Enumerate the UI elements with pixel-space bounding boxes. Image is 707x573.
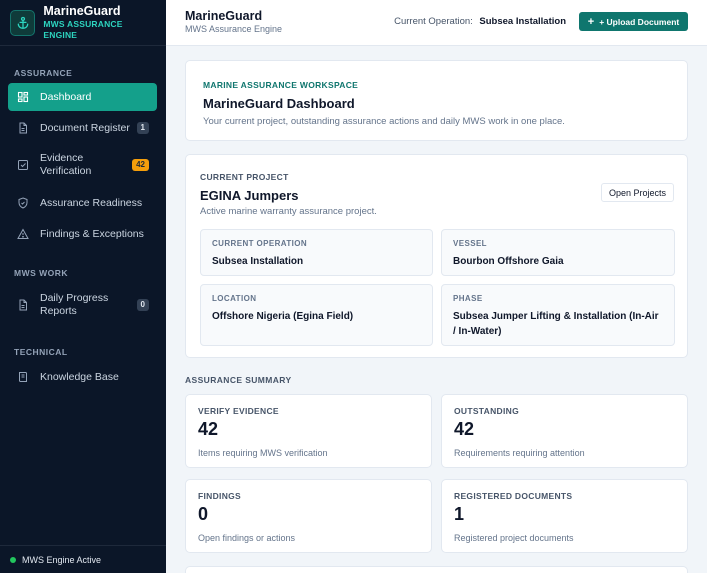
field-value: Bourbon Offshore Gaia [453, 256, 564, 267]
field-label: CURRENT OPERATION [212, 239, 308, 248]
engine-status: MWS Engine Active [0, 545, 166, 573]
sidebar-item-daily-progress-reports[interactable]: Daily Progress Reports 0 [8, 288, 157, 322]
field-label: VESSEL [453, 239, 487, 248]
stat-card-verify-evidence[interactable]: VERIFY EVIDENCE 42 Items requiring MWS v… [185, 394, 432, 468]
open-projects-button[interactable]: Open Projects [600, 183, 674, 202]
count-badge: 42 [132, 159, 149, 171]
sidebar-item-document-register[interactable]: Document Register 1 [8, 115, 157, 141]
section-label-technical: TECHNICAL [14, 347, 68, 357]
sidebar-item-label: Daily Progress Reports [40, 292, 109, 317]
book-icon [16, 370, 30, 384]
project-name: EGINA Jumpers [200, 188, 299, 203]
status-dot-icon [10, 556, 16, 563]
header-title: MarineGuard [185, 9, 263, 23]
field-phase: PHASE Subsea Jumper Lifting & Installati… [441, 284, 675, 346]
header-subtitle: MWS Assurance Engine [185, 24, 283, 34]
stat-value: 42 [454, 419, 475, 439]
field-label: LOCATION [212, 294, 257, 303]
sidebar-item-label: Evidence Verification [40, 152, 92, 177]
sidebar-item-label: Knowledge Base [40, 370, 119, 383]
assurance-summary-label: ASSURANCE SUMMARY [185, 375, 292, 385]
next-section-card [185, 566, 688, 573]
sidebar-item-knowledge-base[interactable]: Knowledge Base [8, 364, 157, 390]
stat-card-registered-documents[interactable]: REGISTERED DOCUMENTS 1 Registered projec… [441, 479, 688, 553]
brand-subtitle: MWS ASSURANCE ENGINE [43, 19, 123, 40]
sidebar-item-label: Dashboard [40, 90, 92, 103]
stat-value: 1 [454, 504, 465, 524]
stat-label: FINDINGS [198, 491, 242, 501]
count-badge: 0 [136, 299, 149, 311]
sidebar-item-label: Findings & Exceptions [40, 227, 144, 240]
stat-card-outstanding[interactable]: OUTSTANDING 42 Requirements requiring at… [441, 394, 688, 468]
current-operation-value: Subsea Installation [479, 16, 566, 27]
sidebar-item-findings-exceptions[interactable]: Findings & Exceptions [8, 221, 157, 247]
top-header: MarineGuard MWS Assurance Engine Current… [166, 0, 707, 46]
sidebar-item-dashboard[interactable]: Dashboard [8, 83, 157, 111]
current-operation: Current Operation: Subsea Installation [394, 16, 566, 27]
anchor-icon [10, 9, 36, 36]
sidebar-item-label: Document Register [40, 121, 130, 134]
document-icon [16, 121, 30, 135]
field-value: Subsea Installation [212, 256, 304, 267]
field-value: Subsea Jumper Lifting & Installation (In… [453, 311, 659, 337]
field-location: LOCATION Offshore Nigeria (Egina Field) [200, 284, 433, 346]
upload-document-button[interactable]: + + Upload Document [579, 12, 688, 31]
sidebar-item-label: Assurance Readiness [40, 196, 143, 209]
document-icon [16, 298, 30, 312]
section-label-mws-work: MWS WORK [14, 268, 69, 278]
sidebar-item-evidence-verification[interactable]: Evidence Verification 42 [8, 148, 157, 182]
workspace-card: MARINE ASSURANCE WORKSPACE MarineGuard D… [185, 60, 688, 141]
brand-name: MarineGuard [43, 4, 121, 18]
stat-description: Items requiring MWS verification [198, 448, 328, 458]
workspace-kicker: MARINE ASSURANCE WORKSPACE [203, 80, 359, 90]
stat-value: 0 [198, 504, 209, 524]
engine-status-text: MWS Engine Active [22, 554, 102, 565]
current-operation-label: Current Operation: [394, 16, 473, 27]
sidebar: MarineGuard MWS ASSURANCE ENGINE ASSURAN… [0, 0, 166, 573]
workspace-description: Your current project, outstanding assura… [203, 116, 565, 127]
section-label-assurance: ASSURANCE [14, 68, 73, 78]
stat-label: REGISTERED DOCUMENTS [454, 491, 573, 501]
stat-card-findings[interactable]: FINDINGS 0 Open findings or actions [185, 479, 432, 553]
field-current-operation: CURRENT OPERATION Subsea Installation [200, 229, 433, 276]
project-kicker: CURRENT PROJECT [200, 172, 289, 182]
stat-value: 42 [198, 419, 219, 439]
plus-icon: + [587, 15, 595, 28]
shield-icon [16, 196, 30, 210]
field-value: Offshore Nigeria (Egina Field) [212, 311, 354, 322]
field-label: PHASE [453, 294, 483, 303]
upload-document-label: + Upload Document [599, 16, 680, 27]
stat-description: Registered project documents [454, 533, 574, 543]
warning-icon [16, 227, 30, 241]
current-project-card: CURRENT PROJECT EGINA Jumpers Active mar… [185, 154, 688, 358]
stat-label: VERIFY EVIDENCE [198, 406, 279, 416]
page-title: MarineGuard Dashboard [203, 96, 355, 111]
field-vessel: VESSEL Bourbon Offshore Gaia [441, 229, 675, 276]
count-badge: 1 [136, 122, 149, 134]
project-description: Active marine warranty assurance project… [200, 206, 377, 217]
grid-icon [16, 90, 30, 104]
stat-description: Requirements requiring attention [454, 448, 585, 458]
sidebar-item-assurance-readiness[interactable]: Assurance Readiness [8, 190, 157, 216]
brand: MarineGuard MWS ASSURANCE ENGINE [0, 0, 166, 46]
checkbox-icon [16, 158, 30, 172]
stat-description: Open findings or actions [198, 533, 296, 543]
stat-label: OUTSTANDING [454, 406, 519, 416]
